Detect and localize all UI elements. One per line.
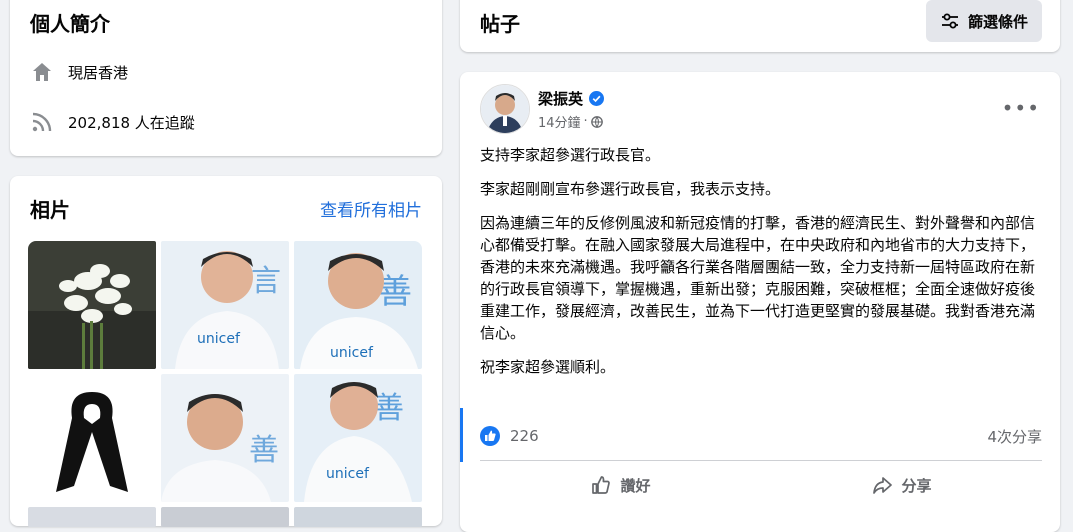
svg-text:善: 善 bbox=[374, 391, 404, 426]
verified-badge-icon bbox=[589, 91, 605, 106]
intro-title: 個人簡介 bbox=[30, 12, 110, 36]
share-count[interactable]: 4次分享 bbox=[987, 426, 1042, 447]
filter-label: 篩選條件 bbox=[967, 12, 1028, 31]
share-button[interactable]: 分享 bbox=[761, 466, 1042, 504]
post-body: 支持李家超參選行政長官。 李家超剛剛宣布參選行政長官，我表示支持。 因為連續三年… bbox=[480, 144, 1046, 390]
photo-grid: 言 unicef 善 unicef 善 善 unicef bbox=[28, 241, 424, 527]
post-paragraph: 因為連續三年的反修例風波和新冠疫情的打擊，香港的經濟民生、對外聲譽和內部信心都備… bbox=[480, 214, 1036, 342]
photo-black-ribbon[interactable] bbox=[28, 374, 156, 502]
like-button[interactable]: 讚好 bbox=[480, 466, 761, 504]
like-count[interactable]: 226 bbox=[510, 427, 539, 445]
posts-title: 帖子 bbox=[480, 12, 520, 36]
photo-unicef-4[interactable]: 善 unicef bbox=[294, 374, 422, 502]
svg-text:unicef: unicef bbox=[330, 345, 374, 361]
post-time[interactable]: 14分鐘 bbox=[538, 112, 581, 131]
post-stats: 226 4次分享 bbox=[480, 422, 1042, 450]
photo-partial-1[interactable] bbox=[28, 507, 156, 527]
post-paragraph: 支持李家超參選行政長官。 bbox=[480, 146, 661, 164]
photos-title: 相片 bbox=[30, 198, 70, 222]
home-icon bbox=[30, 60, 54, 84]
author-name[interactable]: 梁振英 bbox=[538, 88, 583, 109]
photos-card: 相片 查看所有相片 言 unicef 善 unicef 善 善 unicef bbox=[10, 176, 442, 527]
filter-button[interactable]: 篩選條件 bbox=[925, 0, 1042, 42]
more-options-icon[interactable]: ••• bbox=[1002, 96, 1040, 120]
globe-icon bbox=[590, 115, 603, 128]
post-card: 梁振英 14分鐘 · ••• 支持李家超參選行政長官。 李家超剛剛宣布參選行政長… bbox=[460, 72, 1060, 532]
share-icon bbox=[873, 477, 893, 494]
like-label: 讚好 bbox=[620, 476, 651, 495]
intro-card: 個人簡介 現居香港 202,818 人在追蹤 bbox=[10, 0, 442, 156]
share-label: 分享 bbox=[901, 476, 932, 495]
post-author: 梁振英 bbox=[538, 88, 605, 109]
photo-partial-3[interactable] bbox=[294, 507, 422, 527]
svg-text:言: 言 bbox=[251, 264, 281, 299]
post-meta: 14分鐘 · bbox=[538, 112, 603, 131]
photo-unicef-2[interactable]: 善 unicef bbox=[294, 241, 422, 369]
thumbs-up-icon bbox=[592, 476, 611, 494]
rss-icon bbox=[30, 110, 54, 134]
like-reaction-icon[interactable] bbox=[480, 426, 500, 446]
location-row: 現居香港 bbox=[30, 60, 128, 84]
location-text: 現居香港 bbox=[68, 63, 129, 82]
post-actions: 讚好 分享 bbox=[480, 466, 1042, 504]
svg-text:unicef: unicef bbox=[326, 466, 370, 482]
photo-lilies[interactable] bbox=[28, 241, 156, 369]
filter-icon bbox=[941, 13, 958, 29]
svg-text:善: 善 bbox=[249, 433, 279, 468]
photo-unicef-3[interactable]: 善 bbox=[161, 374, 289, 502]
posts-header-card: 帖子 篩選條件 bbox=[460, 0, 1060, 52]
see-all-photos-link[interactable]: 查看所有相片 bbox=[320, 196, 422, 221]
followers-row: 202,818 人在追蹤 bbox=[30, 110, 195, 134]
photo-partial-2[interactable] bbox=[161, 507, 289, 527]
post-paragraph: 李家超剛剛宣布參選行政長官，我表示支持。 bbox=[480, 180, 781, 198]
meta-separator: · bbox=[583, 114, 588, 129]
svg-text:unicef: unicef bbox=[197, 331, 241, 347]
avatar[interactable] bbox=[480, 84, 530, 134]
divider bbox=[480, 460, 1042, 461]
followers-text[interactable]: 202,818 人在追蹤 bbox=[68, 112, 195, 133]
scroll-indicator bbox=[460, 408, 463, 462]
post-paragraph: 祝李家超參選順利。 bbox=[480, 358, 616, 376]
photo-unicef-1[interactable]: 言 unicef bbox=[161, 241, 289, 369]
